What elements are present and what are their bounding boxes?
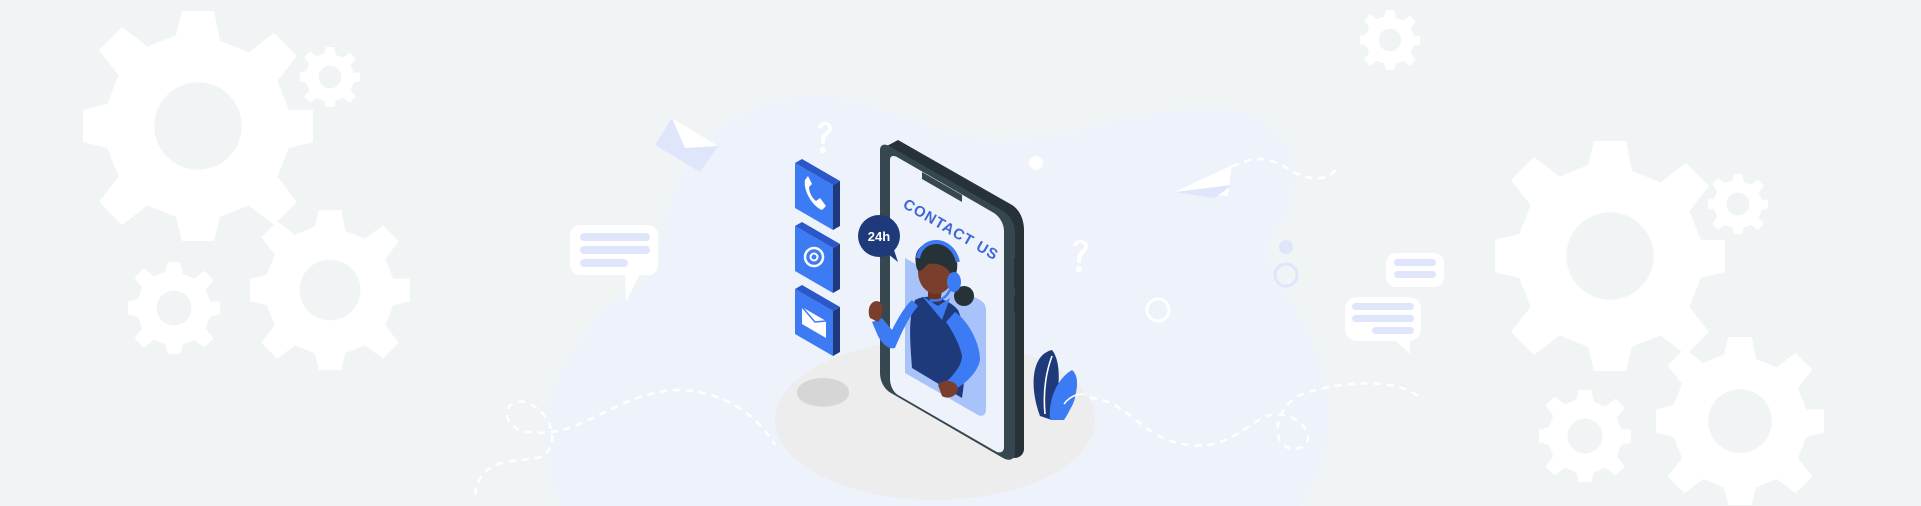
chat-bubble-icon	[1386, 253, 1444, 287]
gear-icon	[128, 262, 220, 354]
gear-icon	[1360, 9, 1420, 70]
gear-icon	[300, 47, 360, 107]
gear-icon	[1539, 390, 1631, 482]
decor-dot	[1279, 240, 1293, 254]
gear-icon	[1708, 174, 1768, 234]
contact-banner: CONTACT US 24h	[0, 0, 1921, 506]
gear-icon	[1495, 141, 1725, 371]
gear-icon	[83, 11, 313, 242]
gear-icon	[1656, 337, 1824, 505]
floor-ellipse	[797, 378, 849, 406]
gear-icon	[250, 210, 410, 370]
decor-dot	[1029, 156, 1043, 170]
24h-label: 24h	[868, 229, 890, 244]
